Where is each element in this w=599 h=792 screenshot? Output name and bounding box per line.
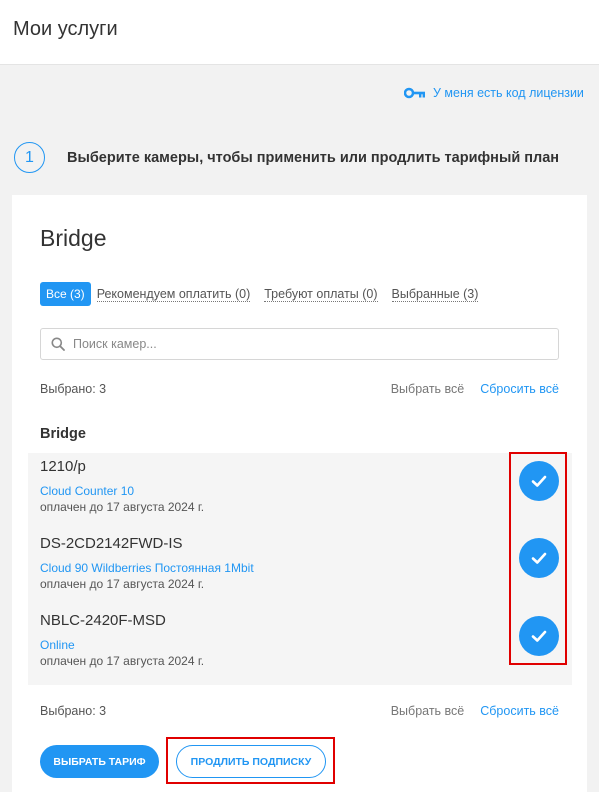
extend-button-highlight-frame: [166, 737, 335, 784]
select-all-link[interactable]: Выбрать всё: [391, 704, 465, 718]
card-title: Bridge: [40, 225, 107, 251]
filter-recommended[interactable]: Рекомендуем оплатить (0): [96, 287, 251, 302]
search-icon: [51, 337, 65, 351]
filter-all[interactable]: Все (3): [40, 282, 91, 306]
select-all-link[interactable]: Выбрать всё: [391, 382, 465, 396]
camera-paid-until: оплачен до 17 августа 2024 г.: [40, 500, 205, 514]
selected-count: Выбрано: 3: [40, 382, 107, 396]
camera-name: 1210/p: [40, 458, 86, 475]
header: Мои услуги: [0, 0, 599, 65]
bridge-card: Bridge Все (3) Рекомендуем оплатить (0) …: [12, 195, 587, 792]
license-code-link[interactable]: У меня есть код лицензии: [404, 86, 584, 100]
camera-paid-until: оплачен до 17 августа 2024 г.: [40, 654, 205, 668]
page-title: Мои услуги: [13, 18, 118, 40]
step-header: 1 Выберите камеры, чтобы применить или п…: [14, 142, 559, 173]
filter-tabs: Все (3) Рекомендуем оплатить (0) Требуют…: [40, 282, 492, 306]
step-number: 1: [14, 142, 45, 173]
filter-selected[interactable]: Выбранные (3): [391, 287, 479, 302]
step-instruction: Выберите камеры, чтобы применить или про…: [67, 149, 560, 166]
camera-item[interactable]: NBLC-2420F-MSD Online оплачен до 17 авгу…: [28, 607, 572, 684]
camera-name: DS-2CD2142FWD-IS: [40, 535, 183, 552]
camera-plan[interactable]: Cloud 90 Wildberries Постоянная 1Mbit: [40, 561, 254, 575]
key-icon: [404, 87, 425, 99]
camera-list: 1210/p Cloud Counter 10 оплачен до 17 ав…: [28, 453, 572, 685]
reset-all-link[interactable]: Сбросить всё: [480, 704, 559, 718]
camera-plan[interactable]: Online: [40, 638, 75, 652]
selected-count: Выбрано: 3: [40, 704, 107, 718]
license-code-label: У меня есть код лицензии: [433, 86, 584, 100]
camera-item[interactable]: DS-2CD2142FWD-IS Cloud 90 Wildberries По…: [28, 530, 572, 607]
group-title: Bridge: [40, 426, 86, 442]
search-box: [40, 328, 559, 360]
selection-bar-bottom: Выбрано: 3 Выбрать всё Сбросить всё: [40, 704, 559, 718]
filter-require-payment[interactable]: Требуют оплаты (0): [264, 287, 378, 302]
selection-bar-top: Выбрано: 3 Выбрать всё Сбросить всё: [40, 382, 559, 396]
choose-plan-button[interactable]: ВЫБРАТЬ ТАРИФ: [40, 745, 159, 778]
camera-paid-until: оплачен до 17 августа 2024 г.: [40, 577, 205, 591]
search-input[interactable]: [73, 337, 533, 351]
reset-all-link[interactable]: Сбросить всё: [480, 382, 559, 396]
camera-name: NBLC-2420F-MSD: [40, 612, 166, 629]
camera-item[interactable]: 1210/p Cloud Counter 10 оплачен до 17 ав…: [28, 453, 572, 530]
camera-plan[interactable]: Cloud Counter 10: [40, 484, 134, 498]
checkbox-highlight-frame: [509, 452, 567, 665]
